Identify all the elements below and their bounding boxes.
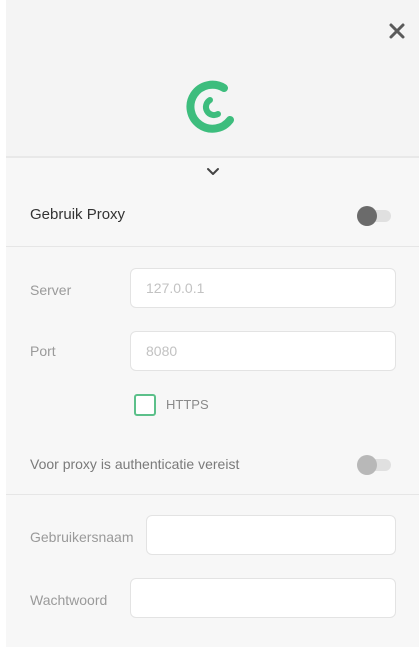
use-proxy-toggle[interactable] — [357, 206, 391, 226]
header — [6, 0, 419, 158]
port-label: Port — [30, 343, 56, 359]
server-input[interactable] — [130, 268, 396, 308]
password-label: Wachtwoord — [30, 592, 108, 608]
auth-required-toggle[interactable] — [357, 455, 391, 475]
logo-icon — [186, 80, 234, 133]
password-input[interactable] — [130, 578, 396, 618]
https-checkbox[interactable] — [134, 394, 156, 416]
username-input[interactable] — [146, 515, 396, 555]
toggle-knob — [357, 455, 377, 475]
https-label: HTTPS — [166, 397, 209, 412]
toggle-knob — [357, 206, 377, 226]
use-proxy-label: Gebruik Proxy — [30, 206, 126, 223]
auth-required-label: Voor proxy is authenticatie vereist — [30, 456, 240, 472]
port-input[interactable] — [130, 331, 396, 371]
divider — [6, 494, 419, 495]
server-label: Server — [30, 282, 72, 298]
chevron-down-icon[interactable] — [205, 166, 221, 178]
proxy-settings-panel: Gebruik Proxy Server Port HTTPS Voor pro… — [6, 0, 419, 647]
username-label: Gebruikersnaam — [30, 529, 134, 545]
close-icon[interactable] — [386, 20, 408, 42]
